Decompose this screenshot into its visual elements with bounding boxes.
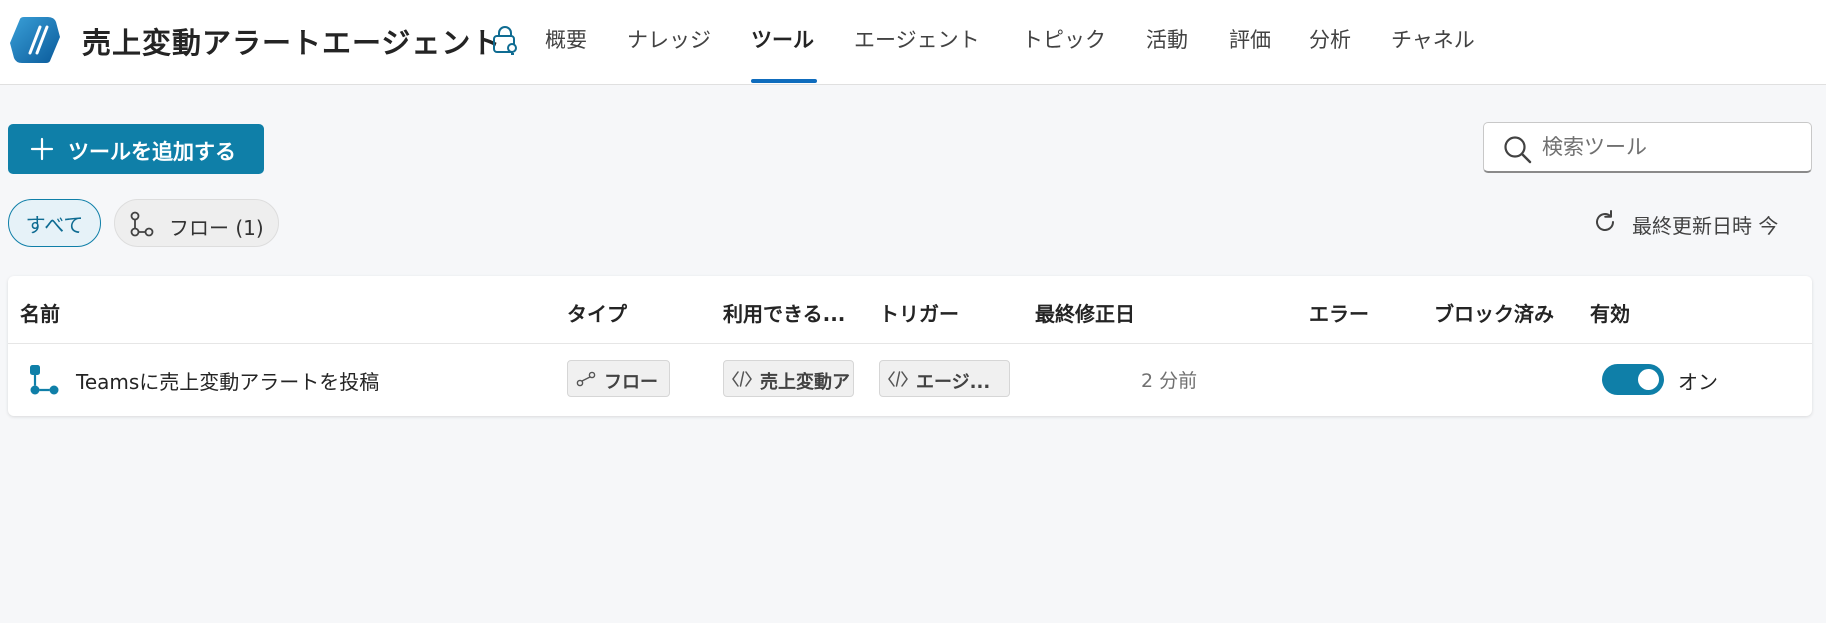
tab-activity[interactable]: 活動	[1146, 24, 1188, 54]
refresh-icon[interactable]	[1592, 209, 1618, 235]
tab-knowledge[interactable]: ナレッジ	[627, 24, 711, 54]
tab-agents[interactable]: エージェント	[854, 24, 980, 54]
available-tag-label: 売上変動ア	[760, 372, 850, 393]
table-row[interactable]: Teamsに売上変動アラートを投稿 フロー 売上変動ア エージ... 2 分前	[8, 344, 1812, 416]
column-header-error[interactable]: エラー	[1309, 298, 1369, 327]
filter-flow[interactable]: フロー (1)	[114, 199, 279, 247]
enabled-toggle[interactable]	[1602, 364, 1664, 395]
active-tab-indicator	[751, 79, 817, 83]
enabled-toggle-label: オン	[1678, 370, 1718, 394]
bag-key-icon[interactable]	[490, 26, 520, 56]
tools-table: 名前 タイプ 利用できる... トリガー 最終修正日 エラー ブロック済み 有効…	[8, 276, 1812, 416]
column-header-blocked[interactable]: ブロック済み	[1434, 298, 1554, 327]
plus-icon	[30, 137, 54, 161]
code-icon	[888, 371, 908, 387]
type-tag-label: フロー	[604, 372, 658, 393]
search-icon	[1504, 136, 1532, 164]
flow-icon	[576, 371, 596, 387]
app-header: 売上変動アラートエージェント 概要 ナレッジ ツール エージェント トピック 活…	[0, 0, 1826, 85]
page-title: 売上変動アラートエージェント	[82, 26, 502, 60]
column-header-type[interactable]: タイプ	[567, 298, 627, 327]
filter-all[interactable]: すべて	[8, 199, 101, 247]
last-updated-text: 最終更新日時 今	[1632, 214, 1779, 238]
add-tool-button[interactable]: ツールを追加する	[8, 124, 264, 174]
tab-tools[interactable]: ツール	[751, 24, 814, 54]
flow-icon	[30, 365, 59, 395]
copilot-logo-icon	[10, 17, 60, 63]
trigger-tag: エージ...	[879, 360, 1010, 397]
search-box[interactable]	[1483, 122, 1812, 173]
search-input[interactable]	[1542, 133, 1792, 161]
tab-evaluation[interactable]: 評価	[1229, 24, 1271, 54]
column-header-modified[interactable]: 最終修正日	[1035, 298, 1135, 327]
tab-overview[interactable]: 概要	[545, 24, 587, 54]
code-icon	[732, 371, 752, 387]
column-header-trigger[interactable]: トリガー	[879, 298, 959, 327]
tool-name-link[interactable]: Teamsに売上変動アラートを投稿	[76, 366, 379, 395]
tab-topics[interactable]: トピック	[1022, 24, 1106, 54]
toggle-knob	[1638, 369, 1659, 390]
filter-flow-label: フロー (1)	[169, 216, 264, 240]
filter-all-label: すべて	[25, 212, 84, 237]
available-tag: 売上変動ア	[723, 360, 854, 397]
type-tag: フロー	[567, 360, 670, 397]
modified-date: 2 分前	[1141, 370, 1198, 392]
trigger-tag-label: エージ...	[916, 372, 991, 393]
flow-icon	[130, 211, 154, 237]
column-header-available[interactable]: 利用できる...	[723, 298, 845, 327]
tab-channels[interactable]: チャネル	[1391, 24, 1475, 54]
column-header-name[interactable]: 名前	[20, 298, 60, 327]
tab-analytics[interactable]: 分析	[1309, 24, 1351, 54]
column-header-enabled[interactable]: 有効	[1590, 298, 1630, 327]
add-tool-label: ツールを追加する	[68, 140, 236, 164]
